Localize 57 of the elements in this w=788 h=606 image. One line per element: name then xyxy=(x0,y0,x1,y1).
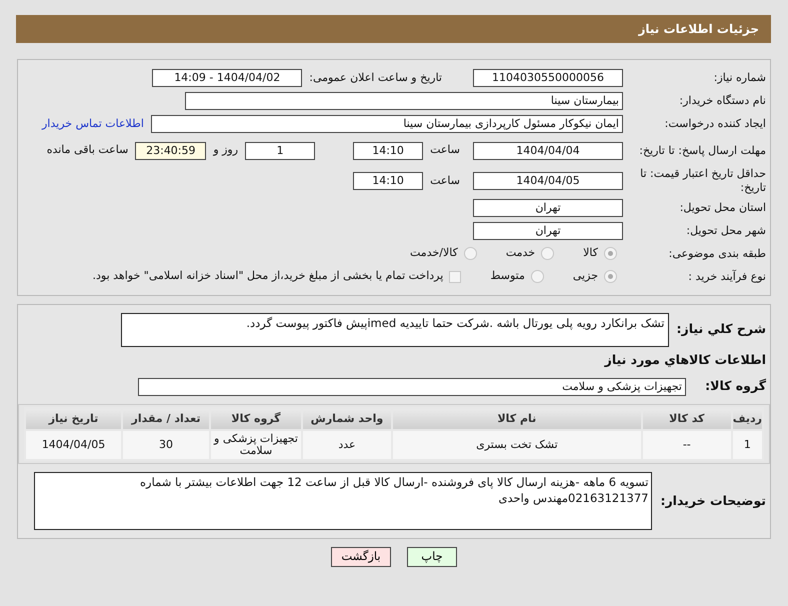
table-cell: 30 xyxy=(122,430,210,460)
description-field[interactable]: تشک برانکارد رویه پلی یورتال باشه .شرکت حتما تاییدیه imedپیش فاکتور پیوست گردد. xyxy=(120,312,669,346)
table-cell: -- xyxy=(642,430,732,460)
back-button[interactable]: بازگشت xyxy=(331,547,391,567)
field-label: نام دستگاه خریدار: xyxy=(678,94,767,108)
table-cell: 1 xyxy=(732,430,763,460)
value-field: بیمارستان سینا xyxy=(185,92,623,110)
value-field: تهران xyxy=(473,198,623,216)
value-field: 1404/04/05 xyxy=(473,172,623,190)
field-label: شماره نیاز: xyxy=(712,71,767,85)
field-label: حداقل تاریخ اعتبار قیمت: تا تاریخ: xyxy=(639,167,767,194)
value-field: ایمان نیکوکار مسئول کارپردازی بیمارستان سینا xyxy=(150,115,623,133)
column-header: گروه کالا xyxy=(210,408,302,430)
remaining-time-field: 23:40:59 xyxy=(135,142,206,160)
buyer-notes-label: توضیحات خریدار: xyxy=(660,492,766,510)
column-header: ردیف xyxy=(732,408,763,430)
radio-option[interactable]: جزیی xyxy=(572,268,617,285)
field-label: شهر محل تحویل: xyxy=(685,224,767,238)
print-button[interactable]: چاپ xyxy=(407,547,457,567)
value-field: 1 xyxy=(245,142,316,160)
value-field: تهران xyxy=(473,222,623,240)
field-label: ساعت باقی مانده xyxy=(46,142,128,158)
value-field: 1104030550000056 xyxy=(473,69,623,87)
table-cell: تشک تخت بستری xyxy=(392,430,642,460)
column-header: نام کالا xyxy=(392,408,642,430)
contact-link[interactable]: اطلاعات تماس خریدار xyxy=(42,116,144,132)
value-field: 1404/04/04 xyxy=(473,142,623,160)
field-label: طبقه بندی موضوعی: xyxy=(668,246,767,260)
table-cell: 1404/04/05 xyxy=(25,430,122,460)
radio-option[interactable]: کالا/خدمت xyxy=(410,245,477,262)
field-label: ساعت xyxy=(430,172,460,188)
table-cell: تجهیزات پزشکی و سلامت xyxy=(210,430,302,460)
field-label: مهلت ارسال پاسخ: تا تاریخ: xyxy=(638,144,767,158)
page-header: جزئیات اطلاعات نیاز xyxy=(16,15,771,43)
value-field: 14:10 xyxy=(353,172,424,190)
description-label: شرح کلي نياز: xyxy=(676,320,766,338)
radio-option[interactable]: کالا xyxy=(583,245,617,262)
payment-checkbox[interactable]: پرداخت تمام یا بخشی از مبلغ خرید،از محل "اسناد خزانه اسلامی" خواهد بود. xyxy=(92,268,462,285)
field-label: روز و xyxy=(213,142,238,158)
field-label: استان محل تحویل: xyxy=(678,200,767,214)
buyer-notes-field[interactable]: تسویه 6 ماهه -هزینه ارسال کالا پای فروشنده -ارسال کالا قبل از ساعت 12 جهت اطلاعات بیشتر با شماره 02163121377مهندس واحدی xyxy=(34,472,652,530)
field-label: تاریخ و ساعت اعلان عمومی: xyxy=(309,70,442,86)
value-field: 1404/04/02 - 14:09 xyxy=(152,69,302,87)
value-field: 14:10 xyxy=(353,142,424,160)
column-header: تاریخ نیاز xyxy=(25,408,122,430)
radio-option[interactable]: متوسط xyxy=(490,268,544,285)
column-header: تعداد / مقدار xyxy=(122,408,210,430)
field-label: ساعت xyxy=(430,142,460,158)
table-cell: عدد xyxy=(302,430,392,460)
field-label: نوع فرآیند خرید : xyxy=(687,270,767,284)
goods-group-field: تجهیزات پزشکی و سلامت xyxy=(138,378,686,396)
column-header: واحد شمارش xyxy=(302,408,392,430)
radio-option[interactable]: خدمت xyxy=(506,245,554,262)
column-header: کد کالا xyxy=(642,408,732,430)
section-title: اطلاعات کالاهاي مورد نياز xyxy=(603,350,767,369)
goods-group-label: گروه کالا: xyxy=(704,377,766,396)
field-label: ایجاد کننده درخواست: xyxy=(664,117,767,131)
